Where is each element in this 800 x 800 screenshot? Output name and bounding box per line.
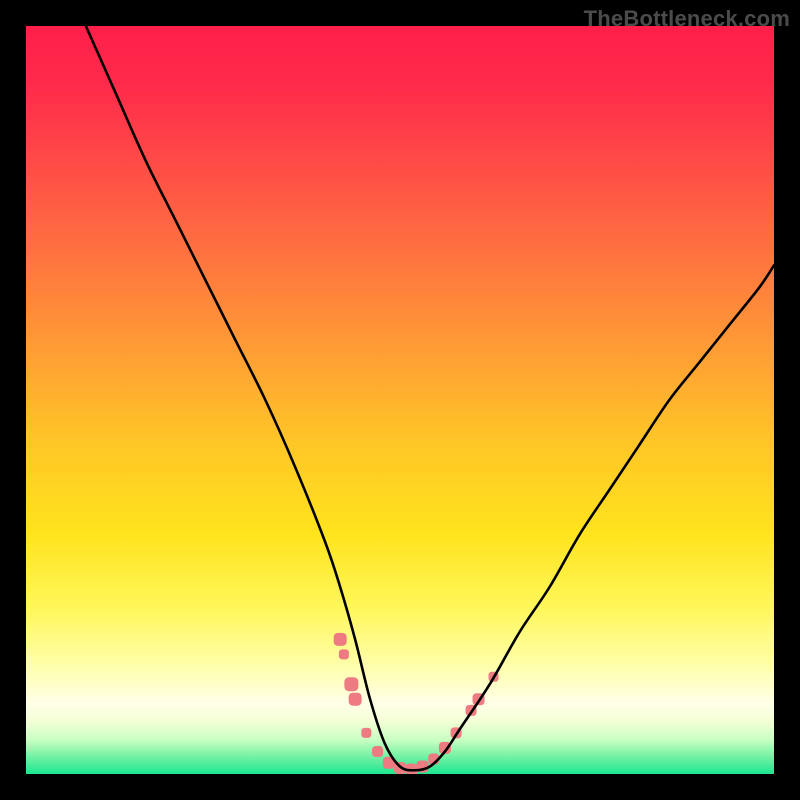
data-marker bbox=[361, 728, 371, 738]
gradient-background bbox=[26, 26, 774, 774]
chart-frame: TheBottleneck.com bbox=[0, 0, 800, 800]
data-marker bbox=[372, 746, 383, 757]
chart-plot-area bbox=[26, 26, 774, 774]
data-marker bbox=[349, 693, 362, 706]
chart-svg bbox=[26, 26, 774, 774]
data-marker bbox=[334, 633, 347, 646]
data-marker bbox=[339, 649, 349, 659]
data-marker bbox=[344, 677, 358, 691]
watermark-text: TheBottleneck.com bbox=[584, 6, 790, 32]
